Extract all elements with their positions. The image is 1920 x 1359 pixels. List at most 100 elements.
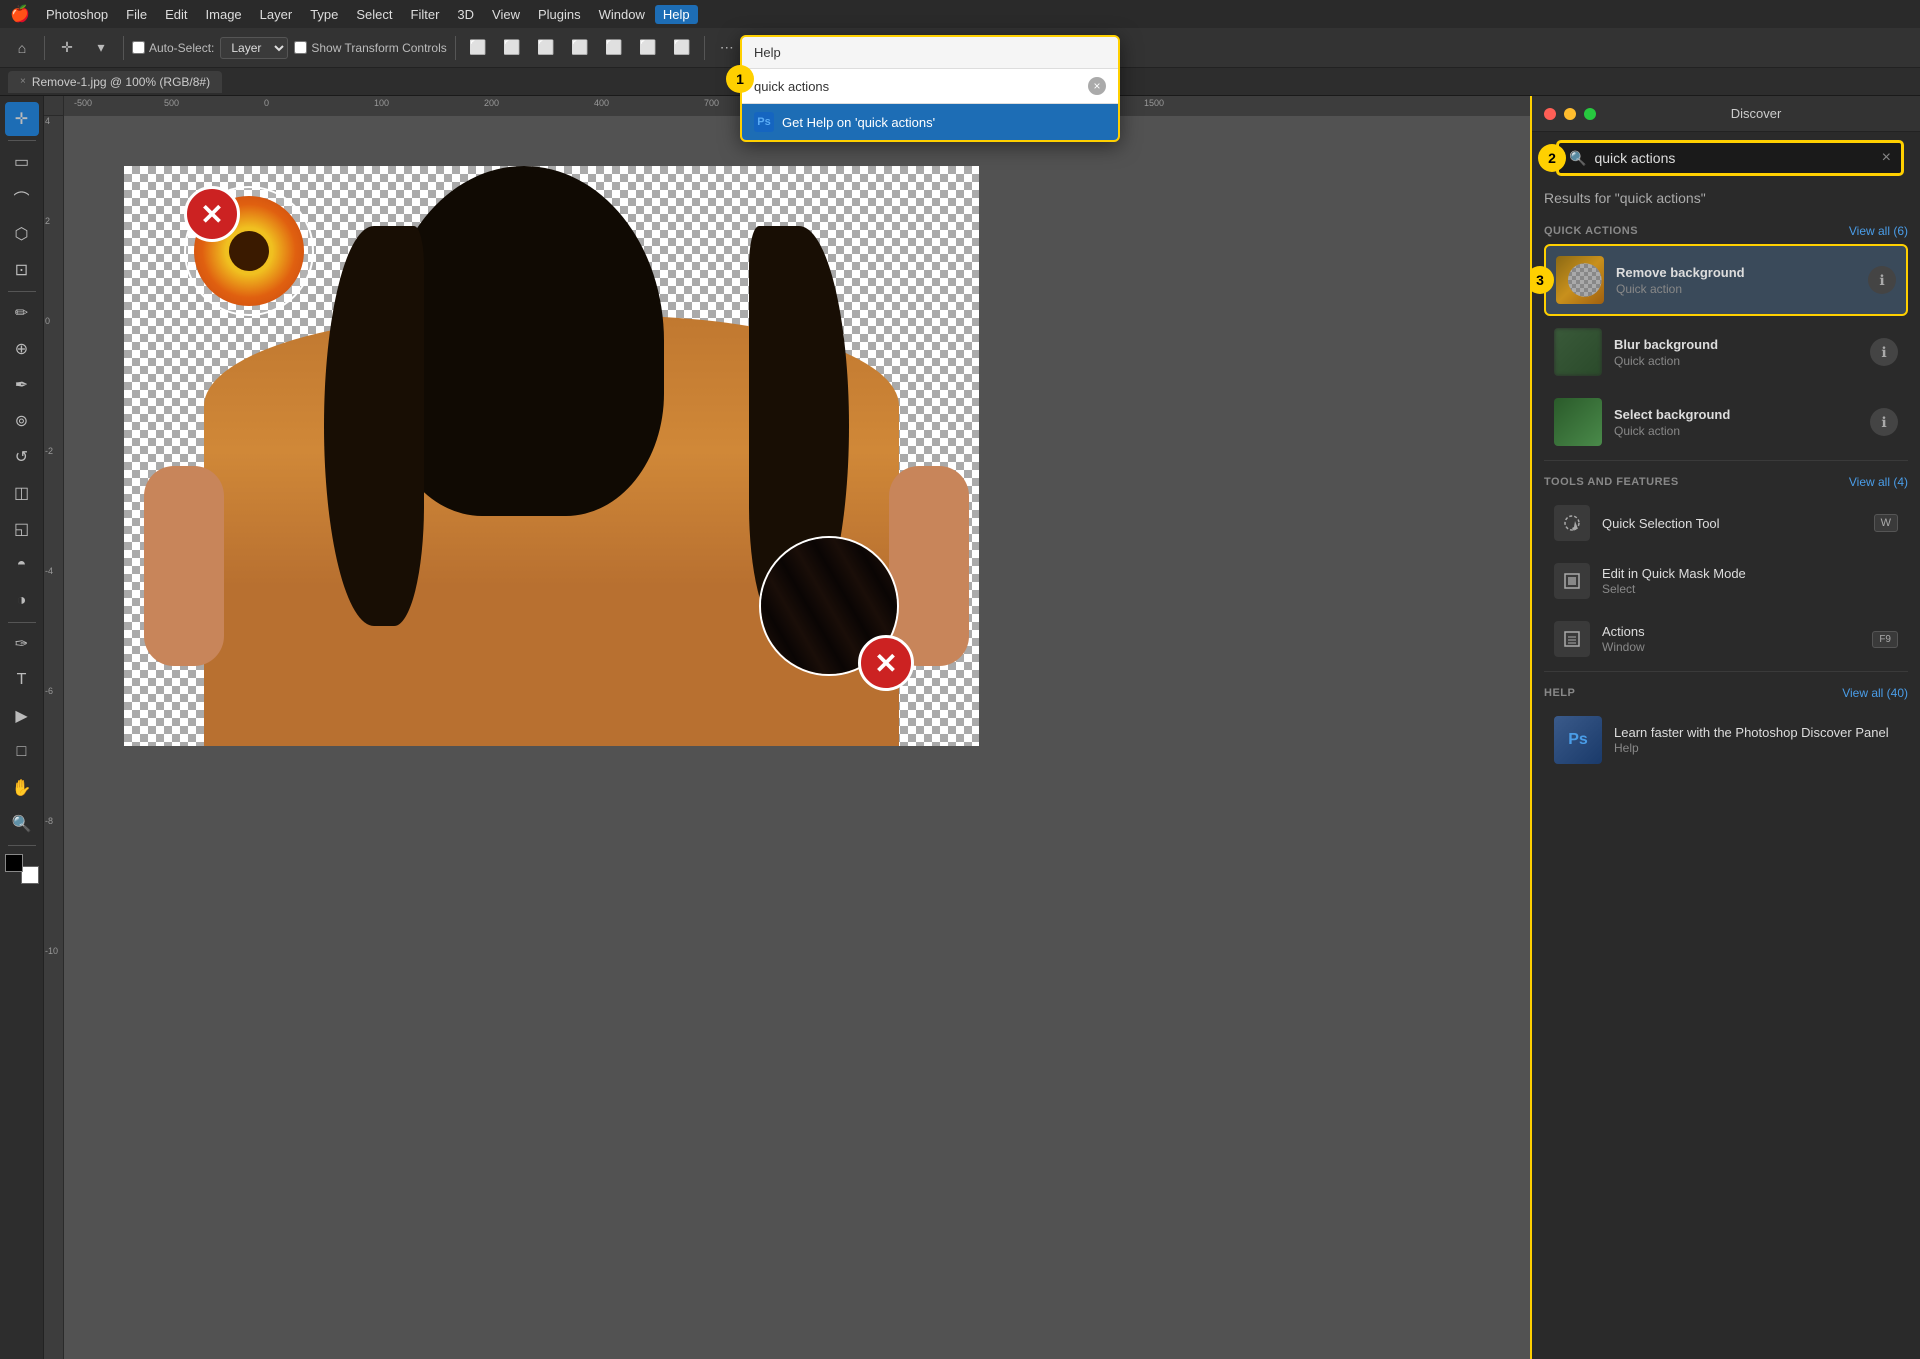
distribute-icon[interactable]: ⬜ xyxy=(668,34,696,62)
menu-photoshop[interactable]: Photoshop xyxy=(38,5,116,24)
gradient-tool-button[interactable]: ◱ xyxy=(5,512,39,546)
blur-background-info-icon[interactable]: ℹ xyxy=(1870,338,1898,366)
ruler-mark-700: 700 xyxy=(704,98,719,108)
divider-2 xyxy=(1544,671,1908,672)
remove-background-title: Remove background xyxy=(1616,265,1856,280)
help-search-input[interactable] xyxy=(754,79,1080,94)
menu-edit[interactable]: Edit xyxy=(157,5,195,24)
help-clear-button[interactable]: × xyxy=(1088,77,1106,95)
select-background-item[interactable]: Select background Quick action ℹ xyxy=(1544,388,1908,456)
actions-item[interactable]: Actions Window F9 xyxy=(1544,611,1908,667)
blur-tool-button[interactable]: ◓ xyxy=(5,548,39,582)
path-selection-button[interactable]: ▶ xyxy=(5,699,39,733)
more-options-icon[interactable]: ⋯ xyxy=(713,34,741,62)
align-center-v-icon[interactable]: ⬜ xyxy=(600,34,628,62)
select-bg-thumbnail xyxy=(1554,398,1602,446)
search-icon: 🔍 xyxy=(1569,150,1586,167)
quick-actions-header: QUICK ACTIONS View all (6) xyxy=(1544,214,1908,244)
actions-category: Window xyxy=(1602,640,1860,654)
quick-selection-tool-name: Quick Selection Tool xyxy=(1602,516,1862,531)
ps-icon: Ps xyxy=(754,112,774,132)
discover-search-input[interactable] xyxy=(1594,150,1873,166)
menu-plugins[interactable]: Plugins xyxy=(530,5,589,24)
marquee-tool-button[interactable]: ▭ xyxy=(5,145,39,179)
align-center-h-icon[interactable]: ⬜ xyxy=(498,34,526,62)
quick-mask-info: Edit in Quick Mask Mode Select xyxy=(1602,566,1898,596)
blur-background-item[interactable]: Blur background Quick action ℹ xyxy=(1544,318,1908,386)
object-selection-button[interactable]: ⬡ xyxy=(5,217,39,251)
text-tool-button[interactable]: T xyxy=(5,663,39,697)
active-tab[interactable]: × Remove-1.jpg @ 100% (RGB/8#) xyxy=(8,71,222,93)
menu-3d[interactable]: 3D xyxy=(449,5,482,24)
tools-features-view-all[interactable]: View all (4) xyxy=(1849,475,1908,489)
eraser-tool-button[interactable]: ◫ xyxy=(5,476,39,510)
auto-select-toggle[interactable]: Auto-Select: xyxy=(132,41,214,55)
menu-help[interactable]: Help xyxy=(655,5,698,24)
select-background-info-icon[interactable]: ℹ xyxy=(1870,408,1898,436)
help-result-text: Get Help on 'quick actions' xyxy=(782,115,935,130)
move-tool-icon[interactable]: ✛ xyxy=(53,34,81,62)
foreground-background-colors[interactable] xyxy=(5,854,39,884)
help-section-view-all[interactable]: View all (40) xyxy=(1842,686,1908,700)
menu-type[interactable]: Type xyxy=(302,5,346,24)
quick-selection-tool-item[interactable]: Quick Selection Tool W xyxy=(1544,495,1908,551)
brush-tool-button[interactable]: ✒ xyxy=(5,368,39,402)
quick-actions-view-all[interactable]: View all (6) xyxy=(1849,224,1908,238)
quick-mask-item[interactable]: Edit in Quick Mask Mode Select xyxy=(1544,553,1908,609)
menu-layer[interactable]: Layer xyxy=(252,5,301,24)
pen-tool-button[interactable]: ✑ xyxy=(5,627,39,661)
shape-tool-button[interactable]: □ xyxy=(5,735,39,769)
traffic-light-maximize[interactable] xyxy=(1584,108,1596,120)
move-arrow-icon[interactable]: ▾ xyxy=(87,34,115,62)
history-brush-button[interactable]: ↺ xyxy=(5,440,39,474)
tool-separator-2 xyxy=(8,291,36,292)
lasso-tool-button[interactable]: ⌒ xyxy=(5,181,39,215)
zoom-tool-button[interactable]: 🔍 xyxy=(5,807,39,841)
move-tool-button[interactable]: ✛ xyxy=(5,102,39,136)
hand-tool-button[interactable]: ✋ xyxy=(5,771,39,805)
crop-tool-button[interactable]: ⊡ xyxy=(5,253,39,287)
discover-panel-help-item[interactable]: Learn faster with the Photoshop Discover… xyxy=(1544,706,1908,774)
align-bottom-icon[interactable]: ⬜ xyxy=(634,34,662,62)
apple-menu[interactable]: 🍎 xyxy=(10,4,30,24)
layer-select[interactable]: Layer Group xyxy=(220,37,288,59)
healing-brush-button[interactable]: ⊕ xyxy=(5,332,39,366)
left-hand xyxy=(144,466,224,666)
auto-select-checkbox[interactable] xyxy=(132,41,145,54)
menu-view[interactable]: View xyxy=(484,5,528,24)
menu-image[interactable]: Image xyxy=(198,5,250,24)
align-top-icon[interactable]: ⬜ xyxy=(566,34,594,62)
toolbar-separator-4 xyxy=(704,36,705,60)
menu-window[interactable]: Window xyxy=(591,5,653,24)
dodge-tool-button[interactable]: ◑ xyxy=(5,584,39,618)
eyedropper-tool-button[interactable]: ✏ xyxy=(5,296,39,330)
remove-background-info-icon[interactable]: ℹ xyxy=(1868,266,1896,294)
discover-search-box[interactable]: 🔍 × xyxy=(1556,140,1904,176)
background-color-swatch[interactable] xyxy=(21,866,39,884)
image-canvas[interactable]: ✕ ✕ xyxy=(124,166,979,746)
flower-center xyxy=(229,231,269,271)
transform-controls-toggle[interactable]: Show Transform Controls xyxy=(294,41,446,55)
traffic-light-close[interactable] xyxy=(1544,108,1556,120)
discover-clear-button[interactable]: × xyxy=(1882,149,1891,167)
tab-close-button[interactable]: × xyxy=(20,76,26,87)
blur-background-info: Blur background Quick action xyxy=(1614,337,1858,368)
home-button[interactable]: ⌂ xyxy=(8,34,36,62)
transform-controls-checkbox[interactable] xyxy=(294,41,307,54)
traffic-light-minimize[interactable] xyxy=(1564,108,1576,120)
help-popup-title: Help xyxy=(742,37,1118,69)
tools-features-title: TOOLS AND FEATURES xyxy=(1544,476,1679,488)
quick-actions-title: QUICK ACTIONS xyxy=(1544,225,1638,237)
align-left-icon[interactable]: ⬜ xyxy=(464,34,492,62)
foreground-color-swatch[interactable] xyxy=(5,854,23,872)
menu-select[interactable]: Select xyxy=(348,5,400,24)
remove-background-item[interactable]: Remove background Quick action ℹ xyxy=(1544,244,1908,316)
menu-filter[interactable]: Filter xyxy=(403,5,448,24)
align-right-icon[interactable]: ⬜ xyxy=(532,34,560,62)
menu-file[interactable]: File xyxy=(118,5,155,24)
discover-panel-help-subtitle: Help xyxy=(1614,741,1898,755)
stamp-tool-button[interactable]: ⊚ xyxy=(5,404,39,438)
help-result-item[interactable]: Ps Get Help on 'quick actions' xyxy=(742,104,1118,140)
left-ruler-mark-2: 2 xyxy=(45,216,50,226)
quick-selection-tool-icon xyxy=(1554,505,1590,541)
